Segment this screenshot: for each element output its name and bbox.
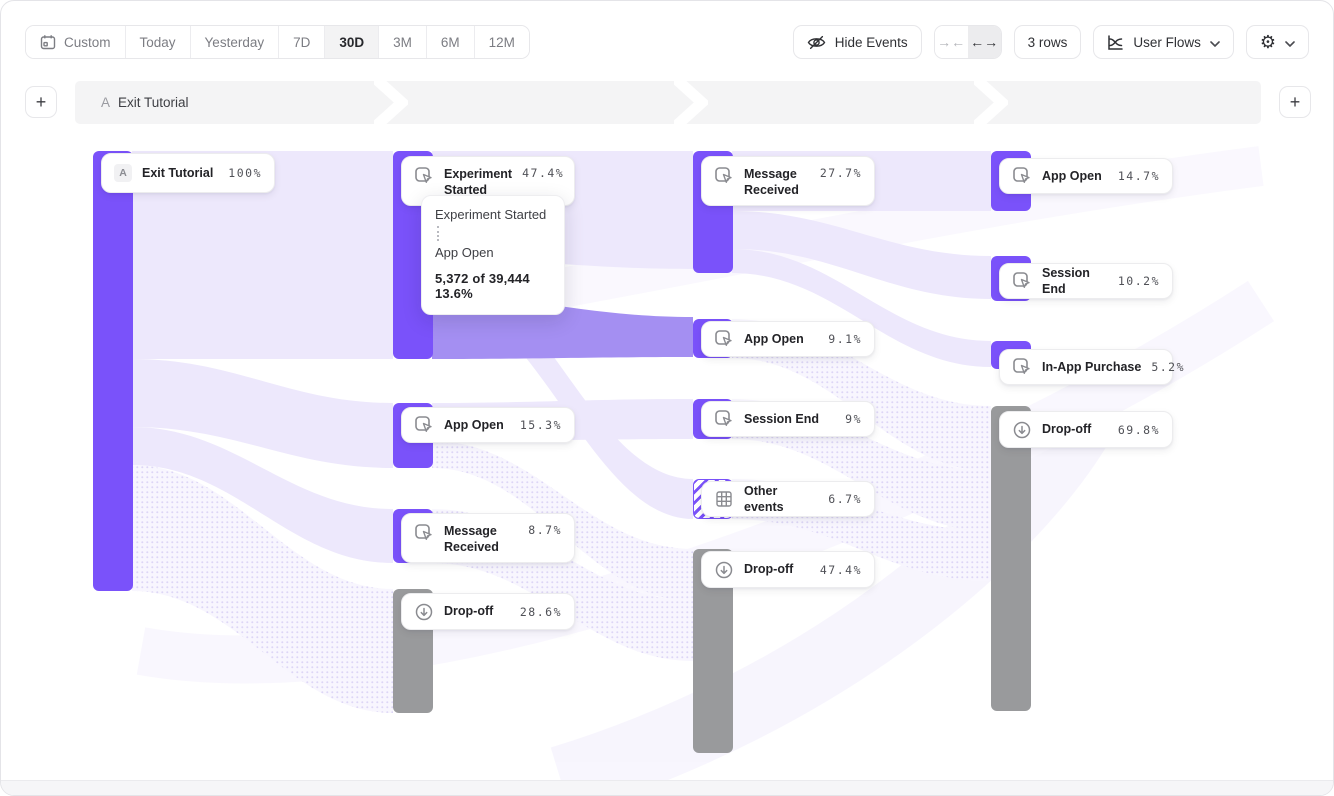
flow-node-app-open-3[interactable]: App Open 14.7% [999, 158, 1173, 194]
dropoff-icon [1012, 420, 1032, 440]
app-window: Custom Today Yesterday 7D 30D 3M 6M 12M … [0, 0, 1334, 796]
event-icon [1012, 357, 1032, 377]
event-icon [414, 166, 434, 186]
tooltip-from: Experiment Started [435, 207, 551, 222]
flow-node-dropoff[interactable]: Drop-off 28.6% [401, 593, 575, 630]
step-a-badge: A [114, 164, 132, 182]
flow-node-app-open-2[interactable]: App Open 9.1% [701, 321, 875, 357]
flow-node-other-events[interactable]: Other events 6.7% [701, 481, 875, 517]
flow-node-session-end-2[interactable]: Session End 10.2% [999, 263, 1173, 299]
tooltip-detail: 5,372 of 39,444 13.6% [435, 271, 551, 301]
event-icon [414, 415, 434, 435]
dropoff-icon [414, 602, 434, 622]
sankey-ribbons [1, 1, 1334, 796]
flow-node-in-app-purchase[interactable]: In-App Purchase 5.2% [999, 349, 1173, 385]
event-icon [1012, 166, 1032, 186]
flow-node-dropoff-2[interactable]: Drop-off 47.4% [701, 551, 875, 588]
event-icon [714, 166, 734, 186]
footer-bar [1, 780, 1333, 795]
flow-node-app-open[interactable]: App Open 15.3% [401, 407, 575, 443]
event-icon [714, 329, 734, 349]
tooltip-connector [437, 226, 439, 241]
event-icon [1012, 271, 1032, 291]
event-icon [714, 409, 734, 429]
flow-node-message-received[interactable]: Message Received 8.7% [401, 513, 575, 563]
tooltip-to: App Open [435, 245, 551, 260]
flow-node-message-received-2[interactable]: Message Received 27.7% [701, 156, 875, 206]
flow-node-session-end[interactable]: Session End 9% [701, 401, 875, 437]
flow-tooltip: Experiment Started App Open 5,372 of 39,… [421, 195, 565, 315]
dropoff-icon [714, 560, 734, 580]
event-icon [414, 523, 434, 543]
sankey-bar-dropoff-3[interactable] [991, 406, 1031, 711]
sankey-bar-exit-tutorial[interactable] [93, 151, 133, 591]
flow-node-dropoff-3[interactable]: Drop-off 69.8% [999, 411, 1173, 448]
grid-icon [714, 489, 734, 509]
sankey-canvas: A Exit Tutorial 100% Experiment Started … [1, 1, 1333, 795]
flow-node-exit-tutorial[interactable]: A Exit Tutorial 100% [101, 153, 275, 193]
